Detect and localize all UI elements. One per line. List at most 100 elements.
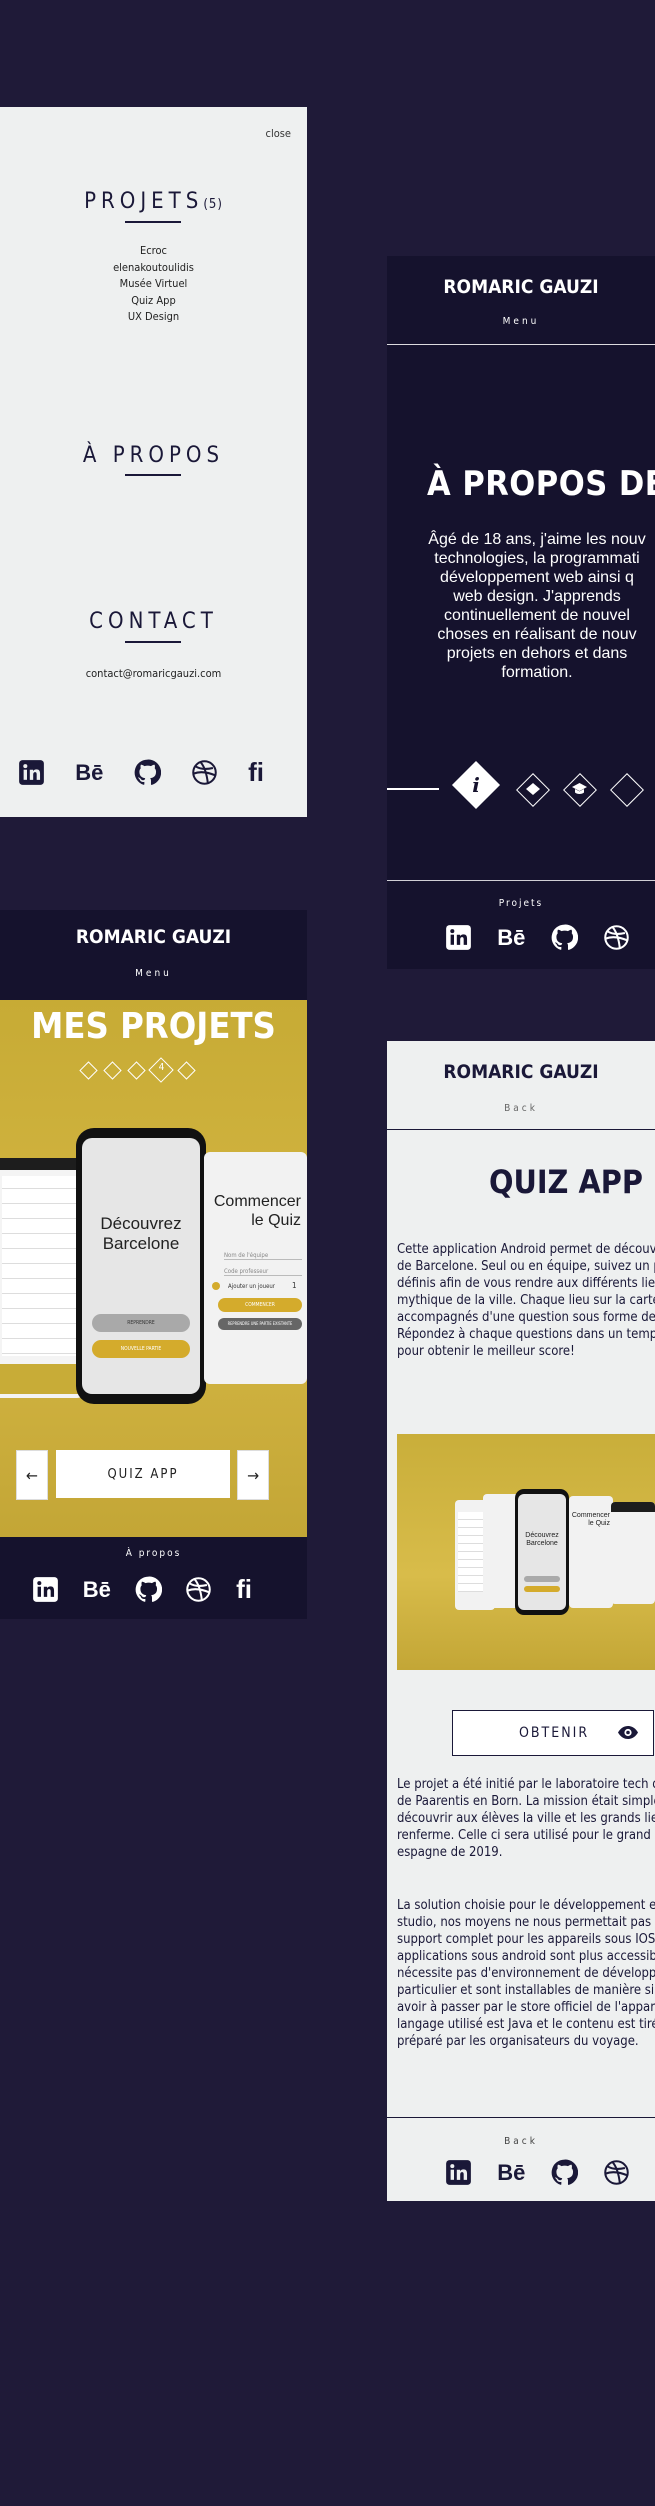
contact-underline [125,641,181,643]
github-icon[interactable] [551,924,578,951]
mockup-phone: Découvrez Barcelone REPRENDRE NOUVELLE P… [76,1128,206,1404]
fi-icon[interactable]: fi [236,1574,252,1605]
behance-icon[interactable]: Bē [83,1577,111,1603]
menu-projects-title: PROJETS [84,189,204,214]
mockup-start-card: Commencer le Quiz Nom de l'équipe Code p… [204,1152,307,1384]
brand-name[interactable]: ROMARIC GAUZI [387,1061,655,1083]
github-icon[interactable] [551,2159,578,2186]
mini-side-screen [611,1502,655,1604]
resume-button-mock: REPRENDRE [92,1314,190,1332]
brand-name[interactable]: ROMARIC GAUZI [387,276,655,298]
menu-project-link[interactable]: Ecroc [0,243,307,260]
mini-phone-line: Barcelone [526,1540,558,1547]
menu-overlay-panel: close PROJETS(5) Ecroc elenakoutoulidis … [0,107,307,817]
fi-icon[interactable]: fi [248,757,264,788]
code-icon [526,783,540,795]
text-line: langage utilisé est Java et le contenu e… [397,2017,655,2032]
phone-heading-line: Découvrez [100,1214,182,1233]
menu-toggle[interactable]: Menu [0,968,307,979]
menu-contact-link[interactable]: CONTACT [0,609,307,634]
about-underline [125,474,181,476]
pager-dot[interactable] [103,1061,122,1080]
close-menu-link[interactable]: close [266,127,292,140]
pager-dot[interactable] [127,1061,146,1080]
about-line: choses en réalisant de nouv [437,626,637,643]
text-line: particulier et sont installables de mani… [397,1983,655,1998]
social-links: Bē fi [32,1574,252,1605]
teacher-code-field-mock: Code professeur [224,1268,269,1275]
eye-icon [618,1726,638,1739]
mockup-list-screen [0,1158,85,1398]
about-carousel-nav: i [387,760,655,814]
pager-dot[interactable] [177,1061,196,1080]
contact-email-link[interactable]: contact@romaricgauzi.com [0,667,307,680]
about-description: Âgé de 18 ans, j'aime les nouv technolog… [387,530,655,682]
next-project-button[interactable]: → [237,1450,269,1500]
text-line: nécessite pas d'environnement de dévelop… [397,1966,655,1981]
footer-divider [387,880,655,881]
menu-project-link[interactable]: Musée Virtuel [0,276,307,293]
dribbble-icon[interactable] [603,2159,630,2186]
github-icon[interactable] [134,759,161,786]
menu-project-list: Ecroc elenakoutoulidis Musée Virtuel Qui… [0,243,307,326]
player-count-mock: 1 [292,1281,297,1290]
linkedin-icon[interactable] [18,759,45,786]
menu-projects-heading[interactable]: PROJETS(5) [0,189,307,214]
text-line: renferme. Celle ci sera utilisé pour le … [397,1828,655,1843]
text-line: avoir à passer par le store officiel de … [397,2000,655,2015]
project-pager: 4 [78,1057,228,1083]
about-line: développement web ainsi q [440,569,634,586]
behance-icon[interactable]: Bē [497,925,525,951]
text-line: définis afin de vous rendre aux différen… [397,1276,655,1291]
back-footer-link[interactable]: Back [387,2136,655,2147]
pager-dot[interactable] [79,1061,98,1080]
project-technical: La solution choisie pour le développemen… [397,1897,655,2050]
github-icon[interactable] [135,1576,162,1603]
behance-icon[interactable]: Bē [75,760,103,786]
linkedin-icon[interactable] [445,924,472,951]
linkedin-icon[interactable] [32,1576,59,1603]
menu-about-link[interactable]: À PROPOS [0,443,307,468]
projects-underline [125,221,181,223]
menu-project-link[interactable]: UX Design [0,309,307,326]
phone-screen: Découvrez Barcelone REPRENDRE NOUVELLE P… [82,1138,200,1394]
text-line: de Barcelone. Seul ou en équipe, suivez … [397,1259,655,1274]
about-footer-link[interactable]: À propos [0,1548,307,1559]
mini-phone-line: Découvrez [525,1532,559,1539]
dribbble-icon[interactable] [191,759,218,786]
header-divider [387,344,655,345]
team-name-field-mock: Nom de l'équipe [224,1252,269,1259]
brand-name[interactable]: ROMARIC GAUZI [0,926,307,948]
graduation-cap-icon [572,783,587,794]
dribbble-icon[interactable] [185,1576,212,1603]
projects-footer-link[interactable]: Projets [387,898,655,909]
text-line: pour obtenir le meilleur score! [397,1344,575,1359]
nav-line [387,788,439,790]
text-line: applications sous android sont plus acce… [397,1949,655,1964]
menu-project-link[interactable]: Quiz App [0,293,307,310]
new-game-button-mock: NOUVELLE PARTIE [92,1340,190,1358]
projects-title: MES PROJETS [31,1006,276,1047]
phone-heading-line: Barcelone [102,1234,180,1253]
prev-project-button[interactable]: ← [16,1450,48,1500]
text-line: découvrir aux élèves la ville et les gra… [397,1811,655,1826]
text-line: studio, nos moyens ne nous permettait pa… [397,1915,655,1930]
back-link[interactable]: Back [387,1103,655,1114]
menu-project-link[interactable]: elenakoutoulidis [0,260,307,277]
mini-card-line: Commencer [571,1512,610,1519]
about-line: technologies, la programmati [434,550,640,567]
project-name-button[interactable]: QUIZ APP [56,1450,230,1498]
dribbble-icon[interactable] [603,924,630,951]
project-intro: Cette application Android permet de déco… [397,1241,655,1360]
linkedin-icon[interactable] [445,2159,472,2186]
about-line: Âgé de 18 ans, j'aime les nouv [428,531,646,548]
mini-phone: Découvrez Barcelone [515,1489,569,1615]
behance-icon[interactable]: Bē [497,2160,525,2186]
text-line: de Paarentis en Born. La mission était s… [397,1794,655,1809]
more-diamond[interactable] [610,773,644,807]
get-app-button[interactable]: OBTENIR [452,1710,654,1756]
text-line: support complet pour les appareils sous … [397,1932,655,1947]
text-line: mythique de la ville. Chaque lieu sur la… [397,1293,655,1308]
social-links: Bē fi [18,757,264,788]
menu-toggle[interactable]: Menu [387,316,655,327]
